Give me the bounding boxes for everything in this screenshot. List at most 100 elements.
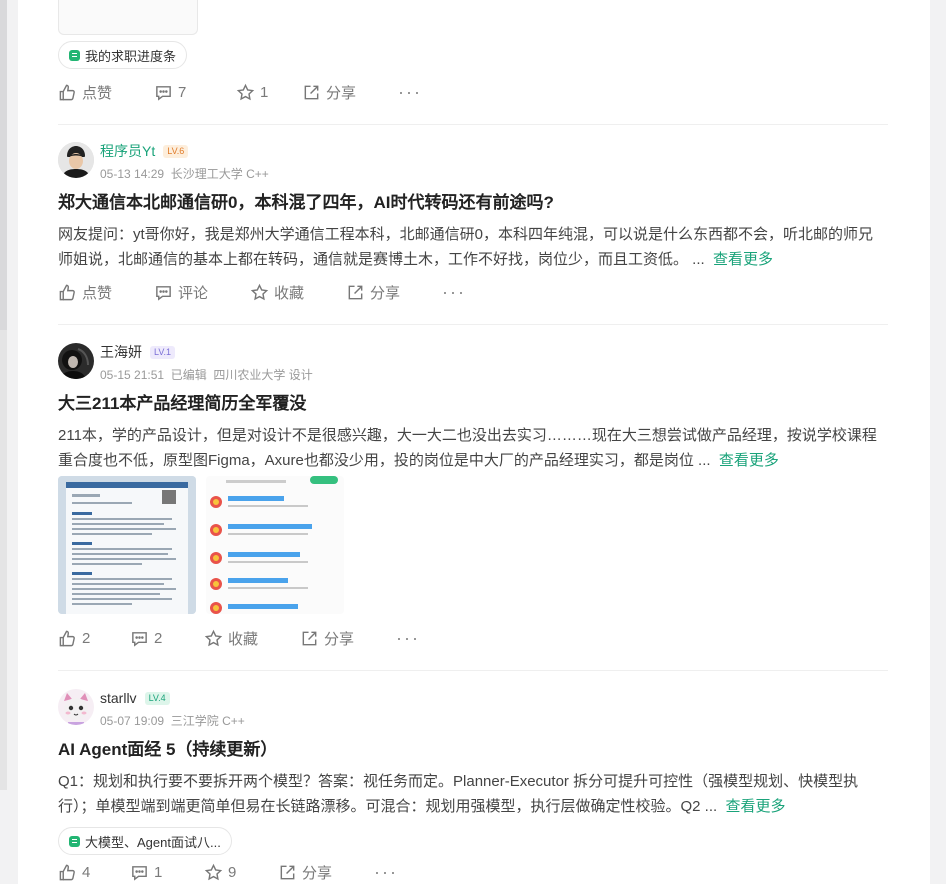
collect-button[interactable]: 1 (236, 83, 302, 102)
post-author: 王海妍 LV.1 05-15 21:51 已编辑 四川农业大学 设计 (58, 343, 888, 383)
topic-tag-label: 我的求职进度条 (85, 48, 177, 64)
like-button[interactable]: 点赞 (58, 282, 154, 303)
share-icon (348, 285, 363, 299)
post-title[interactable]: 郑大通信本北邮通信研0，本科混了四年，AI时代转码还有前途吗? (58, 192, 888, 214)
share-icon (302, 631, 317, 645)
share-button[interactable]: 分享 (278, 862, 374, 883)
like-label: 点赞 (82, 84, 113, 102)
like-button[interactable]: 4 (58, 863, 130, 882)
comment-count: 2 (154, 629, 163, 647)
messages-image (206, 476, 344, 614)
share-label: 分享 (324, 630, 355, 648)
collect-button[interactable]: 收藏 (250, 282, 346, 303)
comment-button[interactable]: 2 (130, 629, 204, 648)
like-label: 点赞 (82, 284, 113, 302)
post-card-1: 程序员Yt LV.6 05-13 14:29 长沙理工大学 C++ 郑大通信本北… (58, 142, 888, 272)
post-title[interactable]: 大三211本产品经理简历全军覆没 (58, 393, 888, 415)
thumbs-up-icon (59, 630, 75, 646)
see-more-link[interactable]: 查看更多 (726, 798, 786, 815)
like-count: 4 (82, 863, 91, 881)
avatar-image (58, 689, 94, 725)
post-author: starllv LV.4 05-07 19:09 三江学院 C++ (58, 689, 888, 729)
comment-button[interactable]: 1 (130, 863, 204, 882)
share-icon (304, 85, 319, 99)
resume-image (58, 476, 196, 614)
share-button[interactable]: 分享 (346, 282, 442, 303)
share-icon (280, 865, 295, 879)
left-gutter-thumb (0, 0, 7, 330)
post-actions-0: 点赞 7 1 分享 ··· (58, 80, 422, 104)
avatar[interactable] (58, 142, 94, 178)
comment-icon (132, 631, 147, 647)
level-badge: LV.4 (144, 691, 170, 705)
edited-flag: 已编辑 (170, 368, 207, 382)
thumbs-up-icon (59, 84, 75, 100)
comment-count: 7 (178, 83, 187, 101)
post-actions-3: 4 1 9 分享 ··· (58, 860, 398, 884)
post-excerpt[interactable]: 网友提问：yt哥你好，我是郑州大学通信工程本科，北邮通信研0，本科四年纯混，可以… (58, 222, 886, 272)
like-count: 2 (82, 629, 91, 647)
share-button[interactable]: 分享 (300, 628, 396, 649)
avatar-image (58, 343, 94, 379)
star-icon (204, 629, 223, 646)
thumbs-up-icon (59, 864, 75, 880)
topic-tag-label: 大模型、Agent面试八... (85, 834, 221, 850)
share-button[interactable]: 分享 (302, 82, 398, 103)
share-label: 分享 (326, 84, 357, 102)
avatar[interactable] (58, 343, 94, 379)
share-label: 分享 (302, 864, 333, 882)
collect-count: 1 (260, 83, 269, 101)
author-name[interactable]: starllv (100, 690, 137, 706)
avatar[interactable] (58, 689, 94, 725)
author-school: 三江学院 C++ (170, 714, 245, 728)
see-more-link[interactable]: 查看更多 (719, 452, 779, 469)
post-image-messages[interactable] (206, 476, 344, 614)
author-name[interactable]: 程序员Yt (100, 141, 155, 161)
author-school: 长沙理工大学 C++ (170, 167, 269, 181)
topic-tag-icon (69, 835, 80, 847)
post-meta: 05-15 21:51 已编辑 四川农业大学 设计 (100, 366, 313, 383)
topic-tag[interactable]: 大模型、Agent面试八... (58, 827, 232, 855)
post-excerpt[interactable]: Q1：规划和执行要不要拆开两个模型？答案：视任务而定。Planner-Execu… (58, 769, 886, 819)
post-excerpt[interactable]: 211本，学的产品设计，但是对设计不是很感兴趣，大一大二也没出去实习………现在大… (58, 423, 886, 473)
post-actions-1: 点赞 评论 收藏 分享 ··· (58, 280, 466, 304)
post-card-2: 王海妍 LV.1 05-15 21:51 已编辑 四川农业大学 设计 大三211… (58, 343, 888, 473)
star-icon (236, 83, 255, 100)
collect-count: 9 (228, 863, 237, 881)
post-date: 05-13 14:29 (100, 167, 165, 181)
post-feed: 我的求职进度条 点赞 7 1 分享 ··· 程序员Yt LV.6 05-13 1… (18, 0, 930, 884)
more-button[interactable]: ··· (398, 83, 422, 101)
like-button[interactable]: 点赞 (58, 82, 154, 103)
post-meta: 05-13 14:29 长沙理工大学 C++ (100, 165, 269, 182)
topic-tag[interactable]: 我的求职进度条 (58, 41, 188, 69)
more-button[interactable]: ··· (442, 282, 466, 302)
share-label: 分享 (370, 284, 401, 302)
collect-button[interactable]: 收藏 (204, 628, 300, 649)
collect-button[interactable]: 9 (204, 863, 278, 882)
post-card-3: starllv LV.4 05-07 19:09 三江学院 C++ AI Age… (58, 689, 888, 855)
post-meta: 05-07 19:09 三江学院 C++ (100, 712, 245, 729)
comment-icon (156, 85, 171, 101)
level-badge: LV.1 (150, 345, 176, 359)
author-name[interactable]: 王海妍 (100, 342, 142, 362)
post-divider (58, 124, 888, 125)
comment-button[interactable]: 评论 (154, 282, 250, 303)
see-more-link[interactable]: 查看更多 (713, 251, 773, 268)
post-image-resume[interactable] (58, 476, 196, 614)
post-actions-2: 2 2 收藏 分享 ··· (58, 626, 420, 650)
post-date: 05-15 21:51 (100, 368, 165, 382)
author-school: 四川农业大学 设计 (213, 368, 313, 382)
more-button[interactable]: ··· (396, 629, 420, 647)
more-icon: ··· (374, 862, 398, 882)
post-author: 程序员Yt LV.6 05-13 14:29 长沙理工大学 C++ (58, 142, 888, 182)
more-icon: ··· (442, 282, 466, 302)
like-button[interactable]: 2 (58, 629, 130, 648)
more-button[interactable]: ··· (374, 862, 398, 882)
comment-button[interactable]: 7 (154, 83, 236, 102)
post-divider (58, 324, 888, 325)
post-image-bottom-edge[interactable] (58, 0, 198, 35)
comment-count: 1 (154, 863, 163, 881)
post-divider (58, 670, 888, 671)
collect-label: 收藏 (228, 630, 259, 648)
post-title[interactable]: AI Agent面经 5（持续更新） (58, 739, 888, 761)
